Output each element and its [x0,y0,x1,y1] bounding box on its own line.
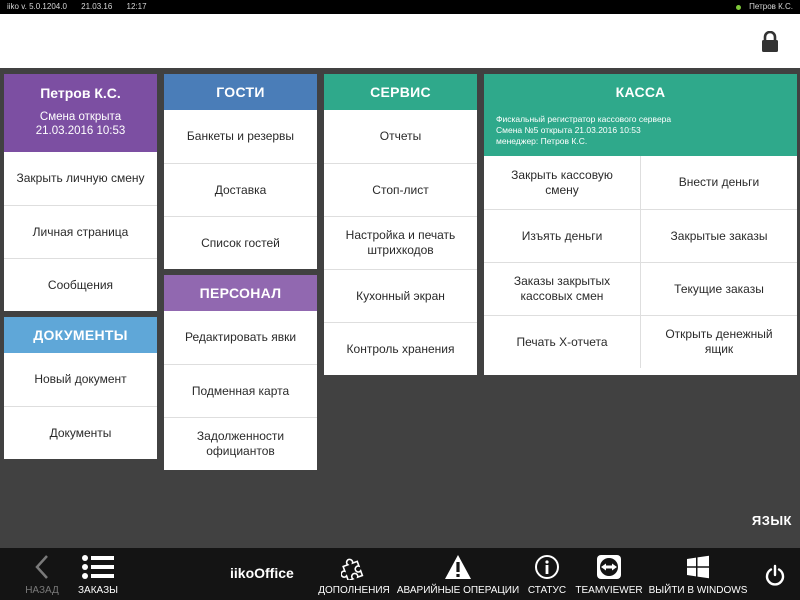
emergency-operations-button[interactable]: АВАРИЙНЫЕ ОПЕРАЦИИ [397,548,519,600]
deposit-money-button[interactable]: Внести деньги [640,156,797,209]
banquets-reserves-button[interactable]: Банкеты и резервы [164,110,317,163]
windows-icon [687,555,709,579]
barcode-print-button[interactable]: Настройка и печать штрихкодов [324,216,477,269]
fiscal-register-info: Фискальный регистратор кассового сервера [496,114,672,124]
kassa-title: КАССА [615,84,666,100]
shift-status: Смена открыта [39,111,122,123]
info-icon [535,555,559,579]
guests-header: ГОСТИ [164,74,317,110]
personnel-header: ПЕРСОНАЛ [164,275,317,311]
close-personal-shift-button[interactable]: Закрыть личную смену [4,152,157,205]
shift-info: Смена №5 открыта 21.03.2016 10:53 [496,125,641,135]
closed-shift-orders-button[interactable]: Заказы закрытых кассовых смен [484,262,640,315]
storage-control-button[interactable]: Контроль хранения [324,322,477,375]
close-cash-shift-button[interactable]: Закрыть кассовую смену [484,156,640,209]
addons-button[interactable]: ДОПОЛНЕНИЯ [318,548,390,600]
system-status-bar: iiko v. 5.0.1204.0 21.03.16 12:17 Петров… [0,0,800,14]
reports-button[interactable]: Отчеты [324,110,477,163]
current-orders-button[interactable]: Текущие заказы [640,262,797,315]
manager-info: менеджер: Петров К.С. [496,136,588,146]
orders-label: ЗАКАЗЫ [78,585,118,596]
back-button[interactable]: НАЗАД [22,548,62,600]
app-version: iiko v. 5.0.1204.0 [7,2,67,11]
documents-header: ДОКУМЕНТЫ [4,317,157,353]
kitchen-screen-button[interactable]: Кухонный экран [324,269,477,322]
bottom-toolbar: НАЗАД ЗАКАЗЫ ДОПОЛНЕНИЯ АВАРИЙНЫЕ ОПЕРАЦ… [0,548,800,600]
service-header: СЕРВИС [324,74,477,110]
power-icon [765,564,785,586]
user-name: Петров К.С. [40,85,121,101]
delivery-button[interactable]: Доставка [164,163,317,216]
shift-opened-time: 21.03.2016 10:53 [35,125,126,137]
exit-windows-button[interactable]: ВЫЙТИ В WINDOWS [648,548,748,600]
online-indicator [736,4,742,10]
language-button[interactable]: ЯЗЫК [752,513,792,528]
iiko-office-brand[interactable]: iikoOffice [230,565,294,581]
status-label: СТАТУС [527,585,567,596]
service-panel: СЕРВИС Отчеты Стоп-лист Настройка и печа… [324,74,477,375]
kassa-panel: КАССА Фискальный регистратор кассового с… [484,74,797,375]
guests-panel: ГОСТИ Банкеты и резервы Доставка Список … [164,74,317,269]
status-button[interactable]: СТАТУС [526,548,568,600]
chevron-left-icon [35,555,48,579]
personnel-panel: ПЕРСОНАЛ Редактировать явки Подменная ка… [164,275,317,470]
new-document-button[interactable]: Новый документ [4,353,157,406]
substitute-card-button[interactable]: Подменная карта [164,364,317,417]
documents-panel: ДОКУМЕНТЫ Новый документ Документы [4,317,157,459]
teamviewer-label: TEAMVIEWER [575,585,643,596]
guest-list-button[interactable]: Список гостей [164,216,317,269]
kassa-header: КАССА Фискальный регистратор кассового с… [484,74,797,156]
personal-page-button[interactable]: Личная страница [4,205,157,258]
warning-icon [445,555,471,579]
header-bar [0,14,800,68]
addons-label: ДОПОЛНЕНИЯ [318,585,390,596]
emergency-operations-label: АВАРИЙНЫЕ ОПЕРАЦИИ [396,585,520,596]
puzzle-icon [341,558,364,580]
print-x-report-button[interactable]: Печать X-отчета [484,315,640,368]
status-time: 12:17 [126,2,147,11]
user-panel: Петров К.С. Смена открыта 21.03.2016 10:… [4,74,157,311]
waiter-debts-button[interactable]: Задолженности официантов [164,417,317,470]
teamviewer-button[interactable]: TEAMVIEWER [575,548,643,600]
orders-button[interactable]: ЗАКАЗЫ [76,548,120,600]
stop-list-button[interactable]: Стоп-лист [324,163,477,216]
lock-icon[interactable] [760,31,780,53]
exit-windows-label: ВЫЙТИ В WINDOWS [648,585,748,596]
documents-button[interactable]: Документы [4,406,157,459]
status-user: Петров К.С. [749,2,793,11]
list-icon [82,555,114,579]
power-button[interactable] [762,548,788,600]
user-panel-header: Петров К.С. Смена открыта 21.03.2016 10:… [4,74,157,152]
teamviewer-icon [597,555,621,579]
status-date: 21.03.16 [81,2,113,11]
kassa-actions-grid: Закрыть кассовую смену Внести деньги Изъ… [484,156,797,368]
messages-button[interactable]: Сообщения [4,258,157,311]
withdraw-money-button[interactable]: Изъять деньги [484,209,640,262]
closed-orders-button[interactable]: Закрытые заказы [640,209,797,262]
edit-attendance-button[interactable]: Редактировать явки [164,311,317,364]
open-cash-drawer-button[interactable]: Открыть денежный ящик [640,315,797,368]
back-label: НАЗАД [25,585,59,596]
